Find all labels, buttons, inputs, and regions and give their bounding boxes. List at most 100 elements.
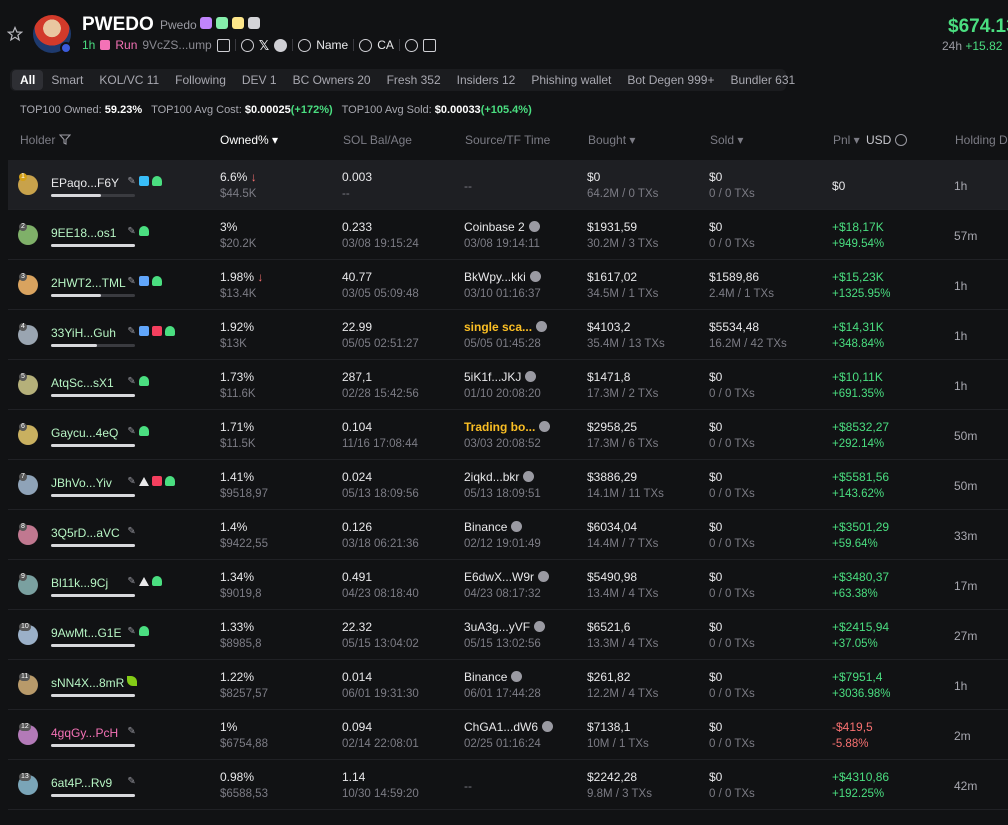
tab-smart[interactable]: Smart xyxy=(43,70,91,90)
tab-all[interactable]: All xyxy=(12,70,44,90)
col-bought[interactable]: Bought ▾ xyxy=(588,133,635,147)
table-row[interactable]: 6 Gaycu...4eQ ✎ 1.71% $11.5K 0.104 11/16… xyxy=(8,410,1008,460)
funding-time: 02/25 01:16:24 xyxy=(464,738,541,750)
col-pnl[interactable]: Pnl ▾ xyxy=(833,133,860,147)
owned-percent: 1.73% xyxy=(220,370,255,384)
holder-address[interactable]: 33YiH...Guh xyxy=(51,326,116,340)
holder-address[interactable]: EPaqo...F6Y xyxy=(51,176,119,190)
edit-icon[interactable]: ✎ xyxy=(127,276,135,287)
table-row[interactable]: 13 6at4P...Rv9 ✎ 0.98% $6588,53 1.14 10/… xyxy=(8,760,1008,810)
edit-icon[interactable]: ✎ xyxy=(127,476,135,487)
crown-icon[interactable] xyxy=(422,38,436,52)
bot-icon xyxy=(138,276,149,286)
table-row[interactable]: 12 4gqGy...PcH ✎ 1% $6754,88 0.094 02/14… xyxy=(8,710,1008,760)
col-holder[interactable]: Holder xyxy=(20,133,71,147)
funding-source[interactable]: 2iqkd...bkr xyxy=(464,470,535,484)
exchange-icon xyxy=(511,521,523,532)
funding-source[interactable]: Coinbase 2 xyxy=(464,220,540,234)
holder-address[interactable]: 3Q5rD...aVC xyxy=(51,526,120,540)
usd-toggle[interactable]: USD xyxy=(866,133,907,147)
bought-amount: 17.3M / 2 TXs xyxy=(587,388,659,400)
search-icon[interactable] xyxy=(359,38,373,52)
sol-balance: 0.024 xyxy=(342,470,373,484)
edit-icon[interactable]: ✎ xyxy=(127,426,135,437)
holder-tags: ✎ xyxy=(127,426,149,437)
table-row[interactable]: 7 JBhVo...Yiv ✎ 1.41% $9518,97 0.024 05/… xyxy=(8,460,1008,510)
rank-badge: 11 xyxy=(19,673,31,681)
holder-address[interactable]: 4gqGy...PcH xyxy=(51,726,118,740)
website-icon[interactable] xyxy=(240,38,254,52)
tab-bundler-631[interactable]: Bundler 631 xyxy=(722,70,803,90)
table-row[interactable]: 5 AtqSc...sX1 ✎ 1.73% $11.6K 287,1 02/28… xyxy=(8,360,1008,410)
tab-following[interactable]: Following xyxy=(167,70,234,90)
holder-address[interactable]: sNN4X...8mR xyxy=(51,676,124,690)
edit-icon[interactable]: ✎ xyxy=(127,376,135,387)
sold-usd: $0 xyxy=(709,720,723,734)
holder-address[interactable]: 9AwMt...G1E xyxy=(51,626,121,640)
owned-usd: $11.5K xyxy=(220,438,256,450)
holder-address[interactable]: Gaycu...4eQ xyxy=(51,426,118,440)
tab-dev-1[interactable]: DEV 1 xyxy=(234,70,285,90)
edit-icon[interactable]: ✎ xyxy=(127,326,135,337)
holding-duration: 50m xyxy=(954,429,978,443)
funding-source[interactable]: Trading bo... xyxy=(464,420,551,434)
search-name-button[interactable]: Name xyxy=(316,38,348,52)
tab-phishing-wallet[interactable]: Phishing wallet xyxy=(523,70,619,90)
col-sold[interactable]: Sold ▾ xyxy=(710,133,743,147)
tab-insiders-12[interactable]: Insiders 12 xyxy=(449,70,524,90)
funding-source[interactable]: 5iK1f...JKJ xyxy=(464,370,537,384)
funding-source[interactable]: Binance xyxy=(464,670,523,684)
funding-source[interactable]: BkWpy...kki xyxy=(464,270,541,284)
table-row[interactable]: 1 EPaqo...F6Y ✎ 6.6% ↓ $44.5K 0.003 -- -… xyxy=(8,160,1008,210)
x-twitter-icon[interactable]: 𝕏 xyxy=(259,39,269,52)
edit-icon[interactable]: ✎ xyxy=(127,176,135,187)
sold-amount: 0 / 0 TXs xyxy=(709,538,755,550)
funding-source[interactable]: Binance xyxy=(464,520,523,534)
funding-source[interactable]: single sca... xyxy=(464,320,548,334)
holder-address[interactable]: JBhVo...Yiv xyxy=(51,476,112,490)
tab-fresh-352[interactable]: Fresh 352 xyxy=(379,70,449,90)
tab-bc-owners-20[interactable]: BC Owners 20 xyxy=(285,70,379,90)
star-icon[interactable] xyxy=(7,26,23,42)
owned-percent: 1.4% xyxy=(220,520,248,534)
table-row[interactable]: 4 33YiH...Guh ✎ 1.92% $13K 22.99 05/05 0… xyxy=(8,310,1008,360)
funding-source[interactable]: ChGA1...dW6 xyxy=(464,720,554,734)
holder-address[interactable]: 6at4P...Rv9 xyxy=(51,776,112,790)
table-row[interactable]: 9 Bl11k...9Cj ✎ 1.34% $9019,8 0.491 04/2… xyxy=(8,560,1008,610)
pnl-usd: +$10,11K xyxy=(832,370,883,384)
table-row[interactable]: 2 9EE18...os1 ✎ 3% $20.2K 0.233 03/08 19… xyxy=(8,210,1008,260)
search-ca-button[interactable]: CA xyxy=(377,38,394,52)
table-row[interactable]: 8 3Q5rD...aVC ✎ 1.4% $9422,55 0.126 03/1… xyxy=(8,510,1008,560)
edit-icon[interactable]: ✎ xyxy=(127,526,135,537)
edit-icon[interactable]: ✎ xyxy=(127,626,135,637)
bought-usd: $3886,29 xyxy=(587,470,638,484)
holding-duration: 17m xyxy=(954,579,978,593)
tab-kol-vc-11[interactable]: KOL/VC 11 xyxy=(91,70,167,90)
holder-address[interactable]: AtqSc...sX1 xyxy=(51,376,114,390)
funding-source[interactable]: E6dwX...W9r xyxy=(464,570,550,584)
tab-bot-degen-999-[interactable]: Bot Degen 999+ xyxy=(619,70,722,90)
telegram-icon[interactable] xyxy=(274,38,288,52)
edit-icon[interactable]: ✎ xyxy=(127,726,135,737)
filter-icon[interactable] xyxy=(58,134,71,145)
col-owned[interactable]: Owned% ▾ xyxy=(220,133,278,147)
holder-address[interactable]: Bl11k...9Cj xyxy=(51,576,108,590)
exchange-icon xyxy=(528,221,540,232)
bought-usd: $0 xyxy=(587,170,601,184)
table-row[interactable]: 10 9AwMt...G1E ✎ 1.33% $8985,8 22.32 05/… xyxy=(8,610,1008,660)
search-icon[interactable] xyxy=(298,38,312,52)
sol-balance: 22.99 xyxy=(342,320,373,334)
run-label: Run xyxy=(115,38,138,52)
table-row[interactable]: 3 2HWT2...TML ✎ 1.98% ↓ $13.4K 40.77 03/… xyxy=(8,260,1008,310)
copy-icon[interactable] xyxy=(216,38,230,52)
bought-usd: $4103,2 xyxy=(587,320,631,334)
edit-icon[interactable]: ✎ xyxy=(127,776,135,787)
table-row[interactable]: 11 sNN4X...8mR 1.22% $8257,57 0.014 06/0… xyxy=(8,660,1008,710)
holder-address[interactable]: 9EE18...os1 xyxy=(51,226,116,240)
holder-address[interactable]: 2HWT2...TML xyxy=(51,276,126,290)
edit-icon[interactable]: ✎ xyxy=(127,226,135,237)
funding-source[interactable]: 3uA3g...yVF xyxy=(464,620,546,634)
sold-usd: $1589,86 xyxy=(709,270,760,284)
edit-icon[interactable]: ✎ xyxy=(127,576,135,587)
share-icon[interactable] xyxy=(404,38,418,52)
